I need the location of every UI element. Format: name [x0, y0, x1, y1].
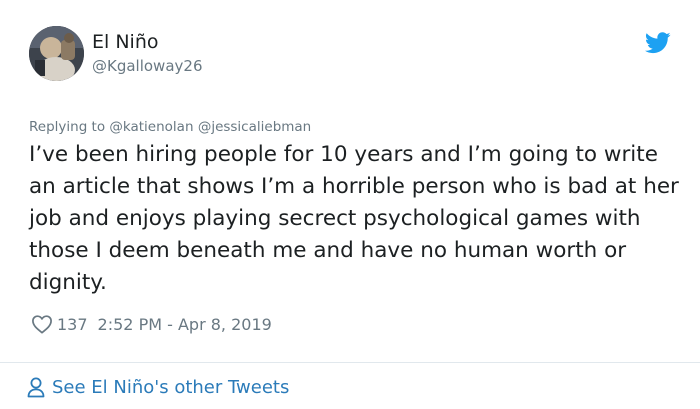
tweet-timestamp[interactable]: 2:52 PM - Apr 8, 2019: [98, 315, 272, 334]
tweet-text: I’ve been hiring people for 10 years and…: [29, 142, 679, 295]
twitter-bird-icon[interactable]: [645, 32, 671, 54]
see-other-tweets-link[interactable]: See El Niño's other Tweets: [27, 374, 289, 400]
heart-icon[interactable]: [31, 314, 53, 334]
mention-link[interactable]: @jessicaliebman: [198, 119, 311, 135]
replying-to-prefix: Replying to: [29, 119, 106, 135]
avatar-image: [29, 26, 84, 81]
divider: [0, 362, 700, 363]
tweet-card: El Niño @Kgalloway26 Replying to @katien…: [0, 0, 700, 409]
mention-link[interactable]: @katienolan: [109, 119, 193, 135]
author-display-name[interactable]: El Niño: [92, 30, 158, 54]
see-other-tweets-label: See El Niño's other Tweets: [52, 376, 290, 398]
person-icon: [27, 377, 45, 397]
author-handle[interactable]: @Kgalloway26: [92, 56, 203, 76]
like-count[interactable]: 137: [57, 315, 88, 334]
replying-to: Replying to @katienolan @jessicaliebman: [29, 118, 311, 136]
avatar[interactable]: [29, 26, 84, 81]
tweet-meta: 137 2:52 PM - Apr 8, 2019: [31, 312, 272, 336]
